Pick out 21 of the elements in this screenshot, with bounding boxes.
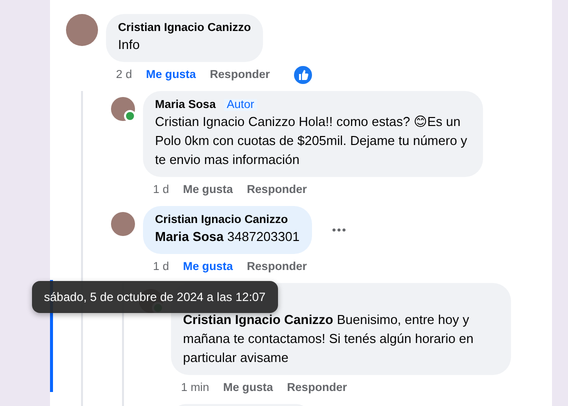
timestamp[interactable]: 1 d (153, 184, 169, 196)
timestamp[interactable]: 1 d (153, 261, 169, 273)
reply-link[interactable]: Responder (246, 261, 307, 273)
comment-text: Maria Sosa 3487203301 (155, 228, 300, 246)
timestamp[interactable]: 2 d (116, 69, 132, 81)
like-link[interactable]: Me gusta (146, 69, 196, 81)
author-name[interactable]: Maria Sosa (155, 99, 216, 111)
reply-link[interactable]: Responder (246, 184, 307, 196)
author-name[interactable]: Cristian Ignacio Canizzo (118, 22, 251, 34)
like-link[interactable]: Me gusta (223, 382, 273, 394)
author-name[interactable]: Cristian Ignacio Canizzo (155, 214, 288, 226)
comment-text: Cristian Ignacio Canizzo Hola!! como estas? 😊Es un Polo 0km con cuotas de $205mil. Dejame tu número y te envio mas información (155, 113, 468, 169)
reply-link[interactable]: Responder (210, 69, 270, 81)
author-badge: Autor (224, 99, 258, 111)
reply-link[interactable]: Responder (286, 382, 348, 394)
timestamp[interactable]: 1 min (181, 382, 210, 394)
like-link[interactable]: Me gusta (183, 261, 233, 273)
date-tooltip: sábado, 5 de octubre de 2024 a las 12:07 (32, 281, 278, 313)
like-link[interactable]: Me gusta (183, 184, 233, 196)
comment-text: Info (118, 36, 141, 54)
comment-text: Cristian Ignacio Canizzo Buenisimo, entre hoy y mañana te contactamos! Si tenés algún horario en particular avisame (183, 311, 475, 367)
